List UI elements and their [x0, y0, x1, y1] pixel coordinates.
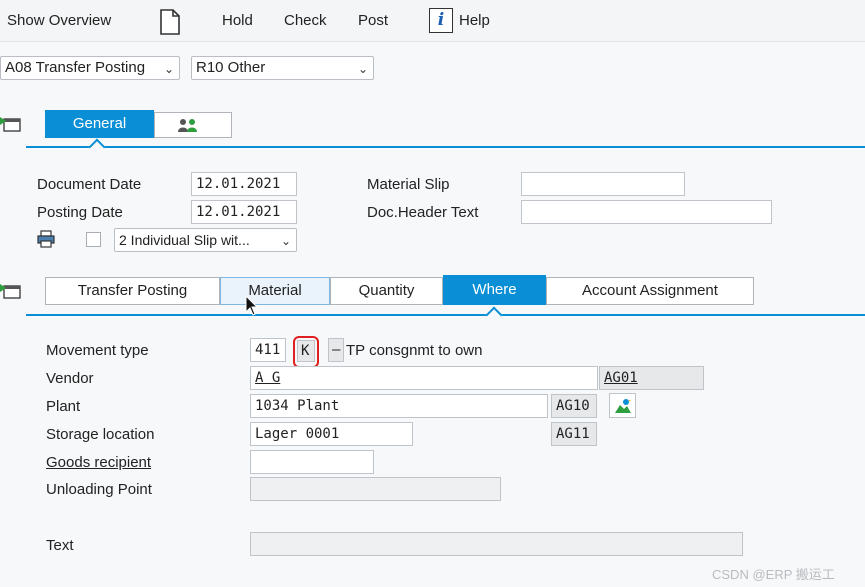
check-button[interactable]: Check: [284, 12, 327, 29]
mouse-cursor-icon: [245, 295, 259, 316]
general-tab-underline: [26, 146, 865, 148]
unloading-point-field[interactable]: [250, 477, 501, 501]
new-document-icon[interactable]: [158, 8, 182, 36]
unloading-point-label: Unloading Point: [46, 481, 152, 498]
storage-location-field[interactable]: Lager 0001: [250, 422, 413, 446]
reference-select-value: R10 Other: [196, 59, 266, 76]
text-label: Text: [46, 537, 74, 554]
vendor-label: Vendor: [46, 370, 94, 387]
transaction-select-value: A08 Transfer Posting: [5, 59, 146, 76]
movement-dash: –: [328, 338, 344, 362]
print-option-select[interactable]: 2 Individual Slip wit... ⌄: [114, 228, 297, 252]
posting-date-label: Posting Date: [37, 204, 123, 221]
special-stock-field[interactable]: K: [297, 340, 315, 362]
document-date-label: Document Date: [37, 176, 142, 193]
doc-header-text-field[interactable]: [521, 200, 772, 224]
tab-where[interactable]: Where: [443, 275, 546, 305]
storage-code: AG11: [551, 422, 597, 446]
document-date-field[interactable]: 12.01.2021: [191, 172, 297, 196]
tab-transfer-posting[interactable]: Transfer Posting: [45, 277, 220, 305]
print-option-value: 2 Individual Slip wit...: [119, 232, 250, 248]
partners-icon: [178, 119, 197, 132]
plant-label: Plant: [46, 398, 81, 415]
expand-item-icon[interactable]: [0, 282, 22, 300]
active-tab-notch: [88, 138, 106, 156]
print-checkbox[interactable]: [86, 232, 101, 247]
goods-recipient-field[interactable]: [250, 450, 374, 474]
plant-field[interactable]: 1034 Plant: [250, 394, 548, 418]
tab-account-assignment[interactable]: Account Assignment: [546, 277, 754, 305]
movement-type-label: Movement type: [46, 342, 149, 359]
posting-date-field[interactable]: 12.01.2021: [191, 200, 297, 224]
tab-quantity[interactable]: Quantity: [330, 277, 443, 305]
movement-text: TP consgnmt to own: [346, 342, 483, 359]
chevron-down-icon: ⌄: [280, 234, 291, 248]
toolbar: Show Overview Hold Check Post i Help: [0, 0, 865, 42]
vendor-code: AG01: [599, 366, 704, 390]
text-field[interactable]: [250, 532, 743, 556]
watermark: CSDN @ERP 搬运工: [712, 567, 835, 582]
doc-header-text-label: Doc.Header Text: [367, 204, 479, 221]
item-tab-underline: [26, 314, 865, 316]
tab-material[interactable]: Material: [220, 277, 330, 305]
help-icon[interactable]: i: [429, 8, 453, 33]
tab-general[interactable]: General: [45, 110, 154, 138]
plant-code: AG10: [551, 394, 597, 418]
printer-icon: [37, 230, 55, 248]
image-icon: [615, 398, 631, 413]
material-slip-field[interactable]: [521, 172, 685, 196]
goods-recipient-label[interactable]: Goods recipient: [46, 454, 151, 471]
help-button[interactable]: Help: [459, 12, 490, 29]
chevron-down-icon: ⌄: [357, 62, 368, 76]
tab-partners[interactable]: [154, 112, 232, 138]
chevron-down-icon: ⌄: [163, 62, 174, 76]
material-slip-label: Material Slip: [367, 176, 450, 193]
hold-button[interactable]: Hold: [222, 12, 253, 29]
storage-location-label: Storage location: [46, 426, 155, 443]
transaction-select[interactable]: A08 Transfer Posting ⌄: [0, 56, 180, 80]
reference-select[interactable]: R10 Other ⌄: [191, 56, 374, 80]
active-tab-notch: [485, 306, 503, 324]
post-button[interactable]: Post: [358, 12, 388, 29]
vendor-field[interactable]: A G: [250, 366, 598, 390]
show-overview-button[interactable]: Show Overview: [7, 12, 111, 29]
help-icon-glyph: i: [437, 10, 445, 30]
expand-header-icon[interactable]: [0, 115, 22, 133]
movement-type-field[interactable]: 411: [250, 338, 286, 362]
plant-image-button[interactable]: [609, 393, 636, 418]
